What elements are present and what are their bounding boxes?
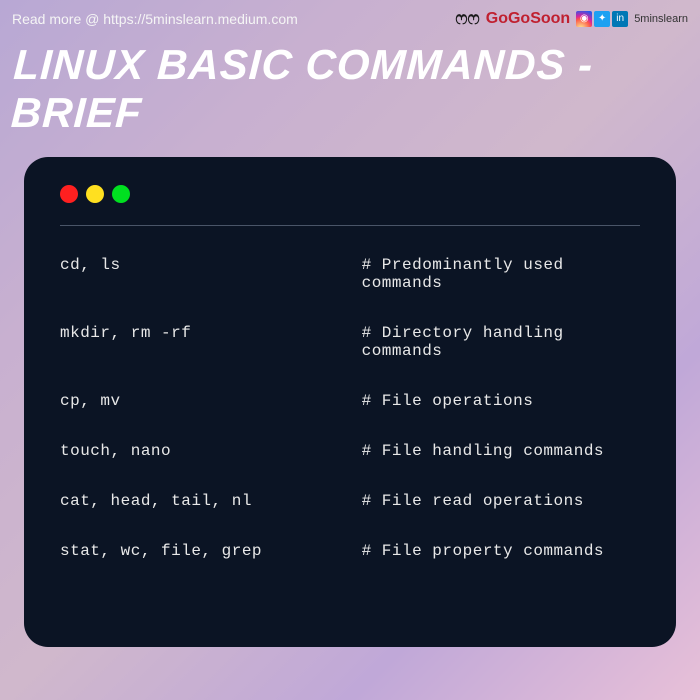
command-text: touch, nano <box>60 442 362 460</box>
maximize-icon[interactable] <box>112 185 130 203</box>
page-title: LINUX BASIC COMMANDS - BRIEF <box>0 33 700 157</box>
instagram-icon[interactable]: ◉ <box>576 11 592 27</box>
command-text: mkdir, rm -rf <box>60 324 362 360</box>
header-bar: Read more @ https://5minslearn.medium.co… <box>0 0 700 33</box>
close-icon[interactable] <box>60 185 78 203</box>
command-text: cat, head, tail, nl <box>60 492 362 510</box>
brand-area: ෆෆ GoGoSoon ◉ ✦ in 5minslearn <box>455 8 688 29</box>
linkedin-icon[interactable]: in <box>612 11 628 27</box>
command-desc: # Predominantly used commands <box>362 256 640 292</box>
social-icons: ◉ ✦ in <box>576 11 628 27</box>
command-row: stat, wc, file, grep # File property com… <box>60 542 640 560</box>
command-desc: # File handling commands <box>362 442 640 460</box>
command-desc: # File operations <box>362 392 640 410</box>
traffic-lights <box>60 185 640 203</box>
command-text: cd, ls <box>60 256 362 292</box>
command-row: cp, mv # File operations <box>60 392 640 410</box>
command-desc: # Directory handling commands <box>362 324 640 360</box>
command-list: cd, ls # Predominantly used commands mkd… <box>60 256 640 560</box>
command-text: stat, wc, file, grep <box>60 542 362 560</box>
brand-name: GoGoSoon <box>486 10 570 28</box>
read-more-link[interactable]: Read more @ https://5minslearn.medium.co… <box>12 11 298 27</box>
divider <box>60 225 640 226</box>
command-row: touch, nano # File handling commands <box>60 442 640 460</box>
command-desc: # File property commands <box>362 542 640 560</box>
terminal-window: cd, ls # Predominantly used commands mkd… <box>24 157 676 647</box>
twitter-icon[interactable]: ✦ <box>594 11 610 27</box>
command-desc: # File read operations <box>362 492 640 510</box>
command-row: cat, head, tail, nl # File read operatio… <box>60 492 640 510</box>
minimize-icon[interactable] <box>86 185 104 203</box>
command-text: cp, mv <box>60 392 362 410</box>
social-handle: 5minslearn <box>634 13 688 25</box>
command-row: cd, ls # Predominantly used commands <box>60 256 640 292</box>
command-row: mkdir, rm -rf # Directory handling comma… <box>60 324 640 360</box>
logo-icon: ෆෆ <box>455 8 479 29</box>
